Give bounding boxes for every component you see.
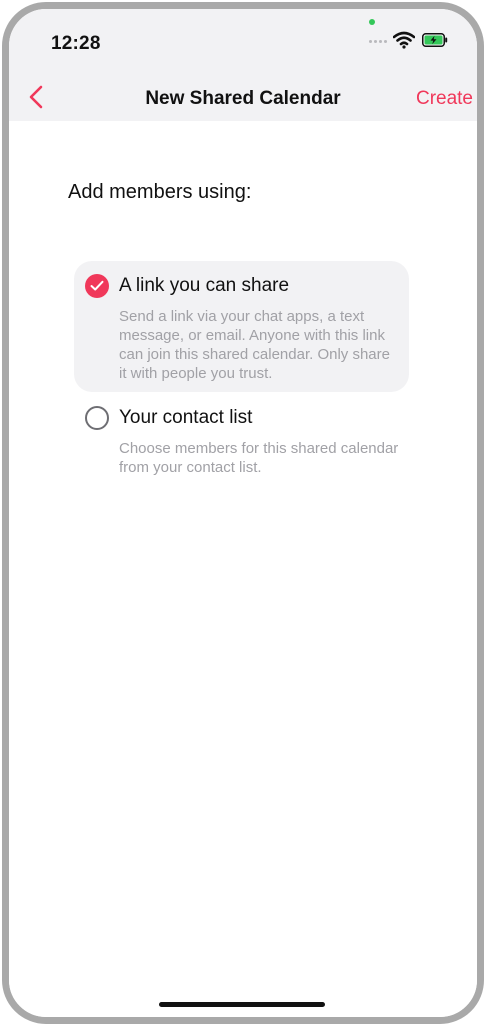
option-label: Your contact list <box>119 407 253 428</box>
wifi-icon <box>393 31 415 49</box>
option-label: A link you can share <box>119 275 290 296</box>
option-description: Choose members for this shared calendar … <box>119 440 399 476</box>
signal-dots-icon <box>369 40 387 43</box>
navigation-bar: New Shared Calendar Create <box>9 73 477 121</box>
battery-charging-icon <box>422 33 448 47</box>
camera-indicator-dot <box>369 19 375 25</box>
radio-checked-icon <box>85 274 109 298</box>
option-description: Send a link via your chat apps, a text m… <box>119 308 390 382</box>
status-time: 12:28 <box>51 33 101 54</box>
home-indicator[interactable] <box>159 1002 325 1007</box>
option-contact-list[interactable]: Your contact list Choose members for thi… <box>74 393 409 483</box>
main-content: Add members using: A link you can share … <box>9 121 477 1017</box>
option-share-link[interactable]: A link you can share Send a link via you… <box>74 261 409 392</box>
phone-frame: 12:28 New Shared Calendar Create Add mem… <box>2 2 484 1024</box>
create-button[interactable]: Create <box>416 88 473 110</box>
section-title: Add members using: <box>68 181 252 203</box>
radio-unchecked-icon <box>85 406 109 430</box>
page-title: New Shared Calendar <box>145 88 341 109</box>
status-bar: 12:28 <box>9 9 477 73</box>
